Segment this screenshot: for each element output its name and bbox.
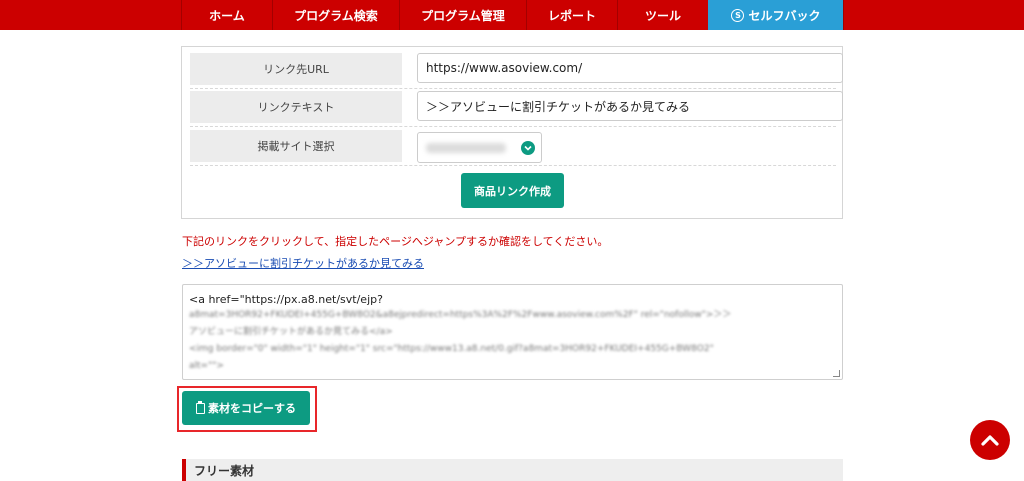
check-notice: 下記のリンクをクリックして、指定したページへジャンプするか確認をしてください。 — [182, 235, 609, 248]
nav-item-label: レポート — [547, 8, 596, 23]
nav-item-report[interactable]: レポート — [526, 0, 617, 30]
back-to-top-button[interactable] — [970, 420, 1010, 460]
copy-material-button[interactable]: 素材をコピーする — [182, 391, 310, 425]
code-line-blurred: アソビューに割引チケットがあるか見てみる</a> — [189, 327, 393, 337]
code-line-blurred: a8mat=3HOR92+FKUDEI+455G+BW8O2&a8ejpredi… — [189, 310, 732, 320]
code-line-blurred: alt=""> — [189, 361, 224, 371]
chevron-down-icon — [521, 141, 535, 155]
nav-item-selfback[interactable]: S セルフバック — [708, 0, 844, 30]
nav-item-tools[interactable]: ツール — [617, 0, 708, 30]
code-line-blurred: <img border="0" width="1" height="1" src… — [189, 344, 714, 354]
site-select-value — [426, 143, 506, 153]
link-text-label: リンクテキスト — [190, 91, 402, 123]
nav-item-label: ホーム — [209, 8, 245, 23]
nav-item-program-search[interactable]: プログラム検索 — [272, 0, 399, 30]
preview-link[interactable]: ＞＞アソビューに割引チケットがあるか見てみる — [182, 255, 424, 271]
row-divider — [190, 88, 836, 89]
nav-item-label: プログラム管理 — [421, 8, 505, 23]
nav-item-home[interactable]: ホーム — [181, 0, 272, 30]
site-label: 掲載サイト選択 — [190, 130, 402, 162]
url-label: リンク先URL — [190, 53, 402, 85]
nav-item-label: プログラム検索 — [294, 8, 378, 23]
code-textarea[interactable]: <a href="https://px.a8.net/svt/ejp? a8ma… — [182, 284, 843, 380]
row-divider — [190, 126, 836, 127]
code-line: <a href="https://px.a8.net/svt/ejp? — [189, 293, 383, 306]
link-form-panel: リンク先URL https://www.asoview.com/ リンクテキスト… — [181, 46, 843, 219]
create-link-button[interactable]: 商品リンク作成 — [461, 173, 564, 208]
site-select[interactable] — [417, 132, 542, 163]
link-text-field[interactable]: ＞＞アソビューに割引チケットがあるか見てみる — [417, 91, 843, 121]
section-title: フリー素材 — [194, 463, 255, 478]
nav-item-label: ツール — [644, 8, 681, 23]
copy-button-label: 素材をコピーする — [208, 402, 296, 415]
free-material-heading: フリー素材 — [182, 459, 843, 481]
clipboard-icon — [196, 400, 205, 414]
top-nav-bar: ホーム プログラム検索 プログラム管理 レポート ツール S セルフバック — [0, 0, 1024, 30]
chevron-up-icon — [981, 435, 999, 446]
url-field[interactable]: https://www.asoview.com/ — [417, 53, 843, 83]
nav-item-label: セルフバック — [748, 8, 821, 23]
resize-handle[interactable] — [833, 370, 840, 377]
main-nav: ホーム プログラム検索 プログラム管理 レポート ツール S セルフバック — [181, 0, 844, 30]
nav-item-program-management[interactable]: プログラム管理 — [399, 0, 526, 30]
selfback-icon: S — [731, 8, 745, 22]
row-divider — [190, 165, 836, 166]
